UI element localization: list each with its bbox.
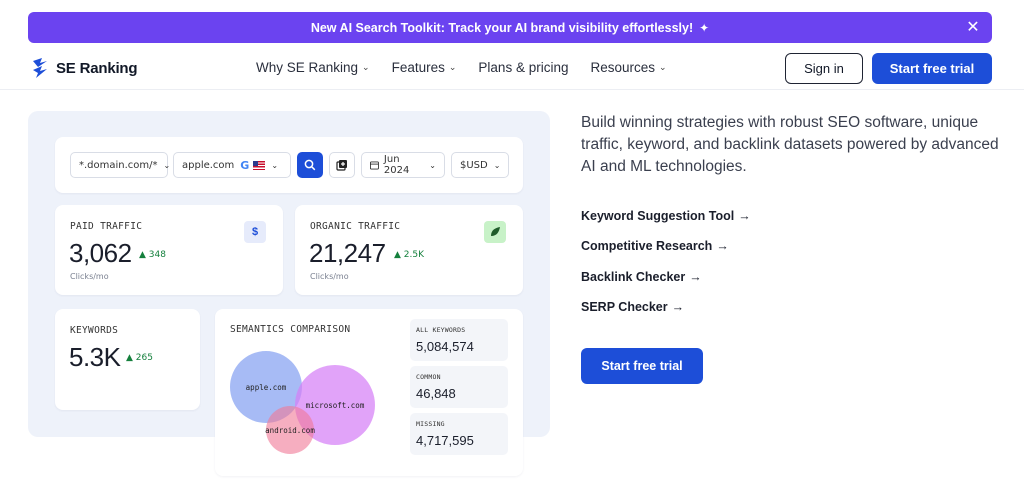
chevron-down-icon: ⌄ (429, 160, 436, 170)
paid-traffic-card: PAID TRAFFIC 3,062 ▲ 348 Clicks/mo $ (55, 205, 283, 295)
arrow-right-icon: → (738, 209, 751, 223)
organic-traffic-unit: Clicks/mo (310, 272, 349, 281)
chevron-down-icon: ⌄ (271, 160, 279, 170)
link-label: Competitive Research (581, 239, 713, 253)
chevron-down-icon: ⌄ (163, 160, 171, 170)
keywords-label: KEYWORDS (70, 325, 119, 336)
currency-select[interactable]: $USD ⌄ (451, 152, 509, 178)
main-nav: Why SE Ranking ⌄ Features ⌄ Plans & pric… (256, 60, 689, 75)
chevron-down-icon: ⌄ (493, 160, 501, 170)
link-backlink-checker[interactable]: Backlink Checker → (581, 270, 702, 284)
semantics-comparison-title: SEMANTICS COMPARISON (230, 324, 351, 335)
organic-traffic-delta-value: 2.5K (403, 250, 425, 260)
stat-label: COMMON (416, 373, 441, 381)
stat-label: ALL KEYWORDS (416, 326, 466, 334)
common-stat: COMMON 46,848 (410, 366, 508, 408)
domain-select-value: *.domain.com/* (79, 159, 158, 171)
sparkle-icon: ✦ (699, 20, 710, 35)
paid-traffic-value: 3,062 (69, 238, 132, 268)
search-icon (304, 159, 316, 171)
domain-input-value: apple.com (182, 159, 235, 171)
all-keywords-stat: ALL KEYWORDS 5,084,574 (410, 319, 508, 361)
organic-traffic-label: ORGANIC TRAFFIC (310, 221, 401, 232)
arrow-right-icon: → (716, 239, 729, 253)
start-free-trial-header-button[interactable]: Start free trial (872, 53, 992, 84)
nav-item-features[interactable]: Features ⌄ (392, 60, 457, 75)
stat-value: 4,717,595 (416, 433, 474, 448)
logo-text: SE Ranking (56, 59, 138, 77)
link-label: Backlink Checker (581, 270, 686, 284)
nav-item-plans-pricing[interactable]: Plans & pricing (478, 60, 568, 75)
domain-select[interactable]: *.domain.com/* ⌄ (70, 152, 171, 178)
keywords-card: KEYWORDS 5.3K ▲ 265 (55, 309, 200, 410)
calendar-icon (370, 161, 379, 170)
nav-label: Features (391, 60, 445, 75)
stat-label: MISSING (416, 420, 445, 428)
dollar-icon: $ (244, 221, 266, 243)
nav-item-why-se-ranking[interactable]: Why SE Ranking ⌄ (256, 60, 370, 75)
keywords-value: 5.3K (69, 342, 121, 372)
link-serp-checker[interactable]: SERP Checker → (581, 300, 684, 314)
us-flag-icon (253, 160, 266, 170)
close-icon[interactable]: ✕ (964, 18, 982, 36)
nav-label: Resources (590, 60, 655, 75)
venn-circle-label: apple.com (245, 382, 287, 392)
banner-text[interactable]: New AI Search Toolkit: Track your AI bra… (311, 21, 693, 35)
paid-traffic-unit: Clicks/mo (70, 272, 109, 281)
chevron-down-icon: ⌄ (448, 62, 457, 72)
start-free-trial-button[interactable]: Start free trial (581, 348, 703, 384)
paid-traffic-label: PAID TRAFFIC (70, 221, 143, 232)
logo[interactable]: SE Ranking (30, 57, 138, 79)
keywords-delta: ▲ 265 (126, 353, 153, 363)
keywords-delta-value: 265 (135, 353, 153, 363)
semantics-comparison-card: SEMANTICS COMPARISON apple.com microsoft… (215, 309, 523, 476)
trend-up-icon: ▲ (126, 353, 133, 363)
paid-traffic-delta: ▲ 348 (139, 250, 166, 260)
venn-circle: android.com (265, 406, 315, 454)
organic-traffic-delta: ▲ 2.5K (394, 250, 424, 260)
organic-traffic-card: ORGANIC TRAFFIC 21,247 ▲ 2.5K Clicks/mo (295, 205, 523, 295)
paid-traffic-delta-value: 348 (148, 250, 166, 260)
arrow-right-icon: → (671, 300, 685, 314)
stat-value: 5,084,574 (416, 339, 474, 354)
missing-stat: MISSING 4,717,595 (410, 413, 508, 455)
stat-value: 46,848 (416, 386, 456, 401)
filter-bar: *.domain.com/* ⌄ apple.com G ⌄ Jun 2024 … (55, 137, 523, 193)
leaf-icon (484, 221, 506, 243)
nav-item-resources[interactable]: Resources ⌄ (590, 60, 666, 75)
add-icon (336, 160, 347, 171)
trend-up-icon: ▲ (139, 250, 146, 260)
link-competitive-research[interactable]: Competitive Research → (581, 239, 729, 253)
nav-label: Plans & pricing (478, 60, 569, 75)
domain-input[interactable]: apple.com G ⌄ (173, 152, 291, 178)
link-keyword-suggestion-tool[interactable]: Keyword Suggestion Tool → (581, 209, 751, 223)
add-competitor-button[interactable] (329, 152, 355, 178)
venn-circle-label: microsoft.com (305, 400, 365, 410)
chevron-down-icon: ⌄ (362, 62, 370, 72)
trend-up-icon: ▲ (394, 250, 401, 260)
announcement-banner[interactable]: New AI Search Toolkit: Track your AI bra… (28, 12, 992, 43)
venn-circle-label: android.com (265, 425, 315, 435)
organic-traffic-value: 21,247 (309, 238, 386, 268)
logo-mark-icon (33, 58, 47, 78)
dashboard-preview: *.domain.com/* ⌄ apple.com G ⌄ Jun 2024 … (28, 111, 550, 476)
nav-label: Why SE Ranking (256, 60, 359, 75)
link-label: Keyword Suggestion Tool (581, 209, 735, 223)
sign-in-button[interactable]: Sign in (785, 53, 863, 84)
search-button[interactable] (297, 152, 323, 178)
currency-select-value: $USD (460, 159, 488, 171)
date-select[interactable]: Jun 2024 ⌄ (361, 152, 445, 178)
google-icon: G (240, 158, 250, 172)
site-header: SE Ranking Why SE Ranking ⌄ Features ⌄ P… (0, 50, 1024, 90)
link-label: SERP Checker (581, 300, 668, 314)
intro-paragraph: Build winning strategies with robust SEO… (581, 114, 999, 175)
arrow-right-icon: → (689, 270, 702, 284)
date-select-value: Jun 2024 (383, 154, 410, 176)
chevron-down-icon: ⌄ (659, 62, 667, 72)
